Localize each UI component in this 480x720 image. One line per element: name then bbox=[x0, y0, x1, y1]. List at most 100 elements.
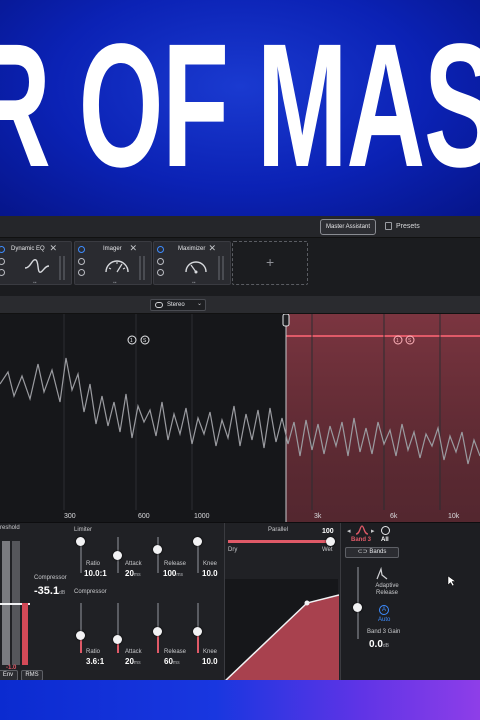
comp-ratio-value: 3.6:1 bbox=[86, 657, 105, 666]
transfer-curve-svg bbox=[224, 594, 340, 680]
freq-label: 10k bbox=[448, 513, 460, 520]
freq-label: 600 bbox=[138, 513, 150, 520]
mouse-cursor-icon bbox=[447, 575, 457, 587]
slider-knob[interactable] bbox=[153, 627, 162, 636]
comp-attack-value: 20ms bbox=[125, 657, 141, 666]
ms-unit: ms bbox=[133, 660, 141, 666]
slider-knob[interactable] bbox=[193, 537, 202, 546]
limiter-release-value: 100ms bbox=[163, 569, 183, 578]
compressor-threshold-value: -35.1dB bbox=[34, 585, 65, 597]
module-meter bbox=[63, 256, 65, 280]
slider-knob[interactable] bbox=[76, 631, 85, 640]
plus-icon: + bbox=[266, 254, 275, 270]
adaptive-release-icon bbox=[376, 567, 388, 580]
solo-icon[interactable] bbox=[0, 258, 5, 265]
module-meter bbox=[59, 256, 61, 280]
compressor-label: Compressor bbox=[34, 575, 67, 581]
maximizer-icon bbox=[185, 261, 207, 274]
comp-knee-label: Knee bbox=[203, 649, 218, 655]
stereo-bar: Stereo ⌄ bbox=[0, 296, 480, 314]
banner-title: R OF MAST bbox=[0, 8, 480, 204]
solo-icon[interactable] bbox=[157, 258, 164, 265]
band-marker-label: S bbox=[143, 338, 147, 344]
compressor-controls: reshold -1.0 Env RMS Compressor -35.1dB … bbox=[0, 522, 480, 680]
power-icon[interactable] bbox=[157, 246, 164, 253]
threshold-point[interactable] bbox=[304, 600, 310, 606]
bypass-icon[interactable] bbox=[157, 269, 164, 276]
spectrum-display[interactable]: 1 S 1 S 300 600 1000 3k 6k 10k bbox=[0, 314, 480, 522]
module-name: Imager bbox=[103, 246, 122, 252]
module-meter bbox=[222, 256, 224, 280]
bands-label: Bands bbox=[369, 549, 387, 555]
bands-button[interactable]: ⊂⊃ Bands bbox=[345, 547, 399, 558]
module-name: Dynamic EQ bbox=[11, 246, 45, 252]
freq-label: 6k bbox=[390, 513, 398, 520]
module-meter bbox=[143, 256, 145, 280]
slider-knob[interactable] bbox=[76, 537, 85, 546]
slider-knob[interactable] bbox=[113, 551, 122, 560]
slider-knob[interactable] bbox=[113, 635, 122, 644]
rms-button[interactable]: RMS bbox=[21, 670, 43, 680]
caret-left-icon[interactable]: ◂ bbox=[347, 527, 351, 535]
module-dynamic-eq[interactable]: Dynamic EQ ✕ ▪▪ bbox=[0, 241, 72, 286]
close-icon[interactable]: ✕ bbox=[49, 244, 57, 253]
comp-release-number: 60 bbox=[164, 657, 173, 666]
module-imager[interactable]: Imager ✕ ▪▪ bbox=[74, 241, 152, 286]
comp-release-value: 60ms bbox=[164, 657, 180, 666]
band-gain-value: 0.0dB bbox=[369, 639, 389, 650]
stereo-link-icon bbox=[155, 302, 163, 308]
module-maximizer[interactable]: Maximizer ✕ ▪▪ bbox=[153, 241, 231, 286]
module-name: Maximizer bbox=[178, 246, 206, 252]
stereo-mode-select[interactable]: Stereo ⌄ bbox=[150, 299, 206, 311]
chevron-down-icon: ⌄ bbox=[196, 301, 202, 307]
transfer-curve[interactable] bbox=[224, 579, 340, 680]
slider-knob[interactable] bbox=[353, 603, 362, 612]
globe-icon[interactable] bbox=[381, 526, 390, 535]
ms-unit: ms bbox=[133, 572, 141, 578]
master-assistant-button[interactable]: Master Assistant bbox=[320, 219, 377, 235]
limiter-release-slider[interactable] bbox=[157, 537, 159, 573]
adaptive-release-label: Adaptive Release bbox=[375, 583, 399, 596]
thumbnail-bottom-strip bbox=[0, 680, 480, 720]
slider-knob[interactable] bbox=[193, 627, 202, 636]
auto-icon[interactable]: A bbox=[379, 605, 389, 615]
limiter-ratio-label: Ratio bbox=[86, 561, 101, 567]
power-icon[interactable] bbox=[0, 246, 5, 253]
bypass-icon[interactable] bbox=[0, 269, 5, 276]
bypass-icon[interactable] bbox=[78, 269, 85, 276]
crossover-handle[interactable] bbox=[282, 314, 290, 327]
link-icon: ⊂⊃ bbox=[357, 549, 370, 555]
module-meter bbox=[218, 256, 220, 280]
module-status-dots: ▪▪ bbox=[113, 280, 117, 286]
add-module-button[interactable]: + bbox=[232, 241, 308, 285]
comp-attack-number: 20 bbox=[125, 657, 134, 666]
close-icon[interactable]: ✕ bbox=[208, 244, 216, 253]
top-bar: Master Assistant Presets bbox=[0, 216, 480, 238]
limiter-release-number: 100 bbox=[163, 569, 177, 578]
env-button[interactable]: Env bbox=[0, 670, 18, 680]
gain-reduction-meter bbox=[22, 603, 28, 665]
thumbnail-banner: R OF MAST bbox=[0, 0, 480, 216]
limiter-release-label: Release bbox=[164, 561, 187, 567]
freq-label: 3k bbox=[314, 513, 322, 520]
solo-icon[interactable] bbox=[78, 258, 85, 265]
db-unit: dB bbox=[59, 590, 66, 596]
presets-button[interactable]: Presets bbox=[396, 220, 420, 234]
ms-unit: ms bbox=[172, 660, 180, 666]
band-3-label[interactable]: Band 3 bbox=[351, 537, 371, 543]
close-icon[interactable]: ✕ bbox=[129, 244, 137, 253]
band-gain-number: 0.0 bbox=[369, 639, 383, 650]
all-bands-label[interactable]: All bbox=[381, 537, 389, 543]
limiter-attack-number: 20 bbox=[125, 569, 134, 578]
db-unit: dB bbox=[382, 643, 390, 649]
presets-icon[interactable] bbox=[385, 222, 392, 230]
comp-attack-label: Attack bbox=[125, 649, 142, 655]
freq-label: 1000 bbox=[194, 513, 210, 520]
caret-right-icon[interactable]: ▸ bbox=[371, 527, 375, 535]
power-icon[interactable] bbox=[78, 246, 85, 253]
band-marker-label: 1 bbox=[396, 338, 399, 344]
dynamic-eq-icon bbox=[24, 259, 50, 273]
slider-knob[interactable] bbox=[153, 545, 162, 554]
band-panel: ◂ ▸ Band 3 All ⊂⊃ Bands Adaptive Release… bbox=[340, 523, 480, 680]
stereo-mode-label: Stereo bbox=[167, 302, 185, 308]
